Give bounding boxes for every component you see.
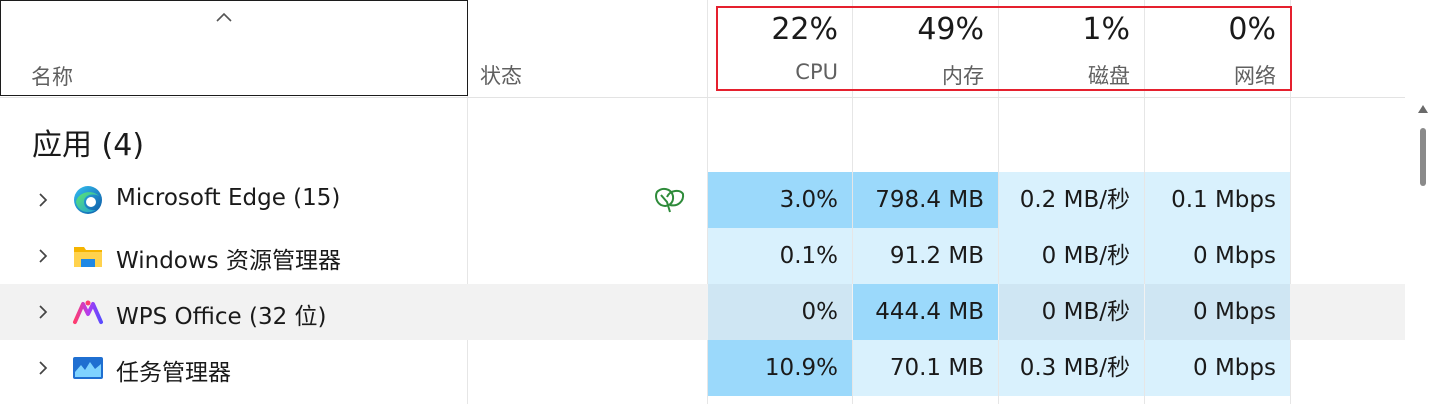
cpu-column-header[interactable]: 22% CPU (708, 0, 852, 96)
network-column-header[interactable]: 0% 网络 (1145, 0, 1290, 96)
disk-cell: 0 MB/秒 (999, 284, 1144, 340)
cpu-total-percent: 22% (771, 12, 838, 47)
disk-column-header[interactable]: 1% 磁盘 (999, 0, 1144, 96)
memory-cell: 798.4 MB (853, 172, 998, 228)
process-name: Microsoft Edge (15) (116, 185, 341, 211)
disk-cell: 0 MB/秒 (999, 228, 1144, 284)
network-cell: 0.1 Mbps (1145, 172, 1290, 228)
cpu-column-label: CPU (795, 60, 838, 84)
memory-total-percent: 49% (917, 12, 984, 47)
column-header-row: 名称 状态 22% CPU 49% 内存 1% 磁盘 0% 网络 (0, 0, 1405, 98)
scroll-up-arrow-icon[interactable] (1417, 104, 1429, 114)
process-name: WPS Office (32 位) (116, 304, 327, 330)
process-row-wps[interactable]: WPS Office (32 位) 0% 444.4 MB 0 MB/秒 0 M… (0, 284, 1405, 340)
memory-cell: 70.1 MB (853, 340, 998, 396)
scrollbar-thumb[interactable] (1420, 128, 1426, 186)
process-name: Windows 资源管理器 (116, 248, 341, 274)
network-cell: 0 Mbps (1145, 228, 1290, 284)
sort-ascending-icon (216, 12, 232, 22)
network-cell: 0 Mbps (1145, 340, 1290, 396)
cpu-cell: 10.9% (708, 340, 852, 396)
chevron-right-icon[interactable] (36, 303, 50, 321)
vertical-scrollbar[interactable] (1407, 98, 1440, 404)
memory-column-header[interactable]: 49% 内存 (853, 0, 998, 96)
status-column-header[interactable]: 状态 (468, 0, 706, 96)
process-row-explorer[interactable]: Windows 资源管理器 0.1% 91.2 MB 0 MB/秒 0 Mbps (0, 228, 1405, 284)
chevron-right-icon[interactable] (36, 359, 50, 377)
efficiency-mode-leaf-icon (655, 187, 685, 213)
memory-cell: 91.2 MB (853, 228, 998, 284)
disk-cell: 0.2 MB/秒 (999, 172, 1144, 228)
disk-column-label: 磁盘 (1088, 64, 1130, 88)
chevron-right-icon[interactable] (36, 247, 50, 265)
cpu-cell: 0% (708, 284, 852, 340)
process-name: 任务管理器 (116, 360, 231, 386)
memory-column-label: 内存 (942, 64, 984, 88)
cpu-cell: 3.0% (708, 172, 852, 228)
name-column-header[interactable]: 名称 (0, 0, 468, 96)
network-total-percent: 0% (1228, 12, 1276, 47)
network-cell: 0 Mbps (1145, 284, 1290, 340)
apps-group-title: 应用 (4) (32, 128, 145, 163)
wps-office-icon (73, 300, 103, 324)
memory-cell: 444.4 MB (853, 284, 998, 340)
edge-icon (74, 186, 102, 214)
disk-total-percent: 1% (1082, 12, 1130, 47)
file-explorer-icon (74, 247, 102, 267)
cpu-cell: 0.1% (708, 228, 852, 284)
name-column-label: 名称 (31, 65, 73, 89)
network-column-label: 网络 (1234, 64, 1276, 88)
process-row-task-manager[interactable]: 任务管理器 10.9% 70.1 MB 0.3 MB/秒 0 Mbps (0, 340, 1405, 396)
process-row-edge[interactable]: Microsoft Edge (15) 3.0% 798.4 MB 0.2 MB… (0, 172, 1405, 228)
chevron-right-icon[interactable] (36, 191, 50, 209)
disk-cell: 0.3 MB/秒 (999, 340, 1144, 396)
task-manager-icon (73, 357, 103, 379)
status-column-label: 状态 (480, 64, 522, 88)
